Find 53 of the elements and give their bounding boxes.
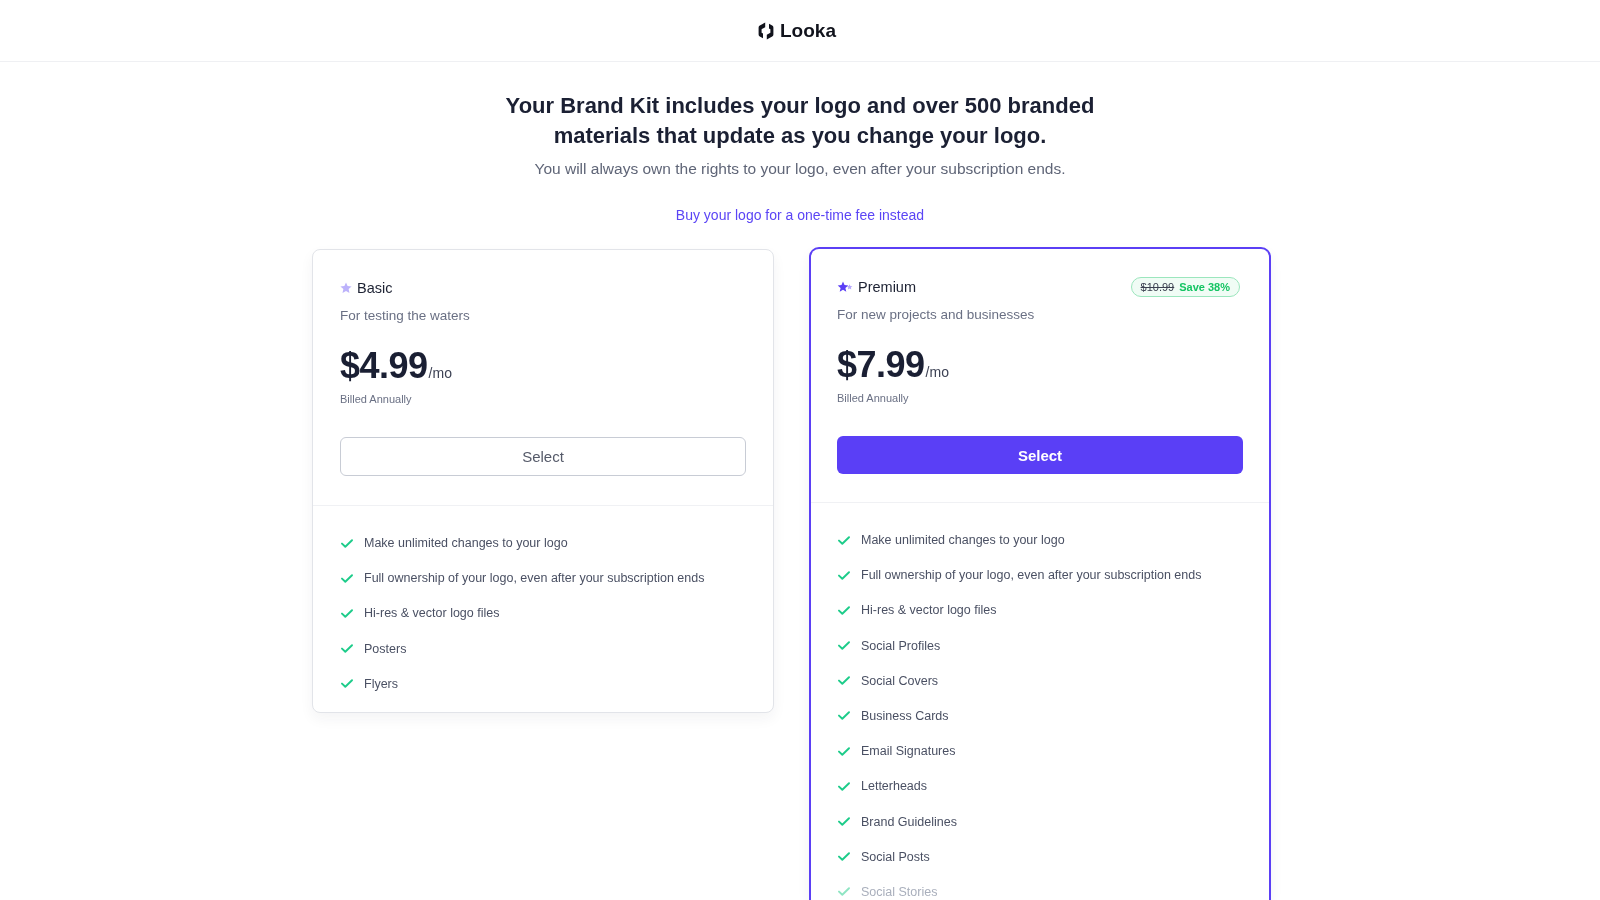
check-icon	[838, 535, 850, 545]
feature-text: Email Signatures	[861, 743, 956, 760]
check-icon	[838, 570, 850, 580]
price: $7.99	[837, 344, 925, 386]
one-time-fee-link[interactable]: Buy your logo for a one-time fee instead	[675, 206, 925, 224]
feature-text: Hi-res & vector logo files	[364, 605, 500, 622]
plan-tagline: For testing the waters	[340, 307, 471, 325]
feature-text: Social Profiles	[861, 637, 941, 654]
price: $4.99	[340, 345, 428, 387]
check-icon	[838, 746, 850, 756]
check-icon	[341, 538, 353, 548]
stars-icon	[837, 281, 853, 293]
feature-text: Social Stories	[861, 883, 938, 900]
feature-text: Full ownership of your logo, even after your subscription ends	[364, 570, 705, 587]
headline: Your Brand Kit includes your logo and over 500 branded materials that update as you change your logo.	[504, 92, 1096, 150]
feature-text: Letterheads	[861, 778, 928, 795]
billing-note: Billed Annually	[837, 391, 910, 405]
check-icon	[838, 781, 850, 791]
feature-text: Hi-res & vector logo files	[861, 602, 997, 619]
check-icon	[838, 711, 850, 721]
logo-icon[interactable]	[758, 21, 774, 40]
check-icon	[838, 641, 850, 651]
feature-text: Full ownership of your logo, even after your subscription ends	[861, 567, 1202, 584]
billing-note: Billed Annually	[340, 392, 413, 406]
feature-text: Social Covers	[861, 672, 939, 689]
subheadline: You will always own the rights to your logo, even after your subscription ends.	[534, 159, 1066, 179]
feature-text: Social Posts	[861, 848, 930, 865]
select-button[interactable]: Select	[340, 437, 746, 476]
feature-text: Flyers	[364, 675, 399, 692]
logo-text[interactable]: Looka	[780, 19, 836, 42]
feature-text: Make unlimited changes to your logo	[364, 535, 568, 551]
plan-name: Basic	[357, 280, 393, 296]
feature-text: Make unlimited changes to your logo	[861, 532, 1065, 548]
savings-label: Save 38%	[1179, 281, 1230, 293]
feature-text: Business Cards	[861, 707, 949, 724]
check-icon	[838, 852, 850, 862]
price-period: /mo	[925, 364, 949, 380]
check-icon	[838, 605, 850, 615]
check-icon	[341, 644, 353, 654]
price-period: /mo	[428, 365, 452, 381]
check-icon	[341, 608, 353, 618]
plan-tagline: For new projects and businesses	[837, 306, 1036, 324]
feature-text: Posters	[364, 640, 407, 657]
feature-text: Brand Guidelines	[861, 813, 957, 830]
star-icon	[340, 282, 352, 294]
check-icon	[341, 573, 353, 583]
check-icon	[838, 887, 850, 897]
select-button[interactable]: Select	[837, 436, 1243, 474]
check-icon	[838, 676, 850, 686]
check-icon	[838, 817, 850, 826]
plan-name: Premium	[858, 279, 916, 295]
old-price: $10.99	[1140, 281, 1175, 293]
check-icon	[341, 679, 353, 689]
